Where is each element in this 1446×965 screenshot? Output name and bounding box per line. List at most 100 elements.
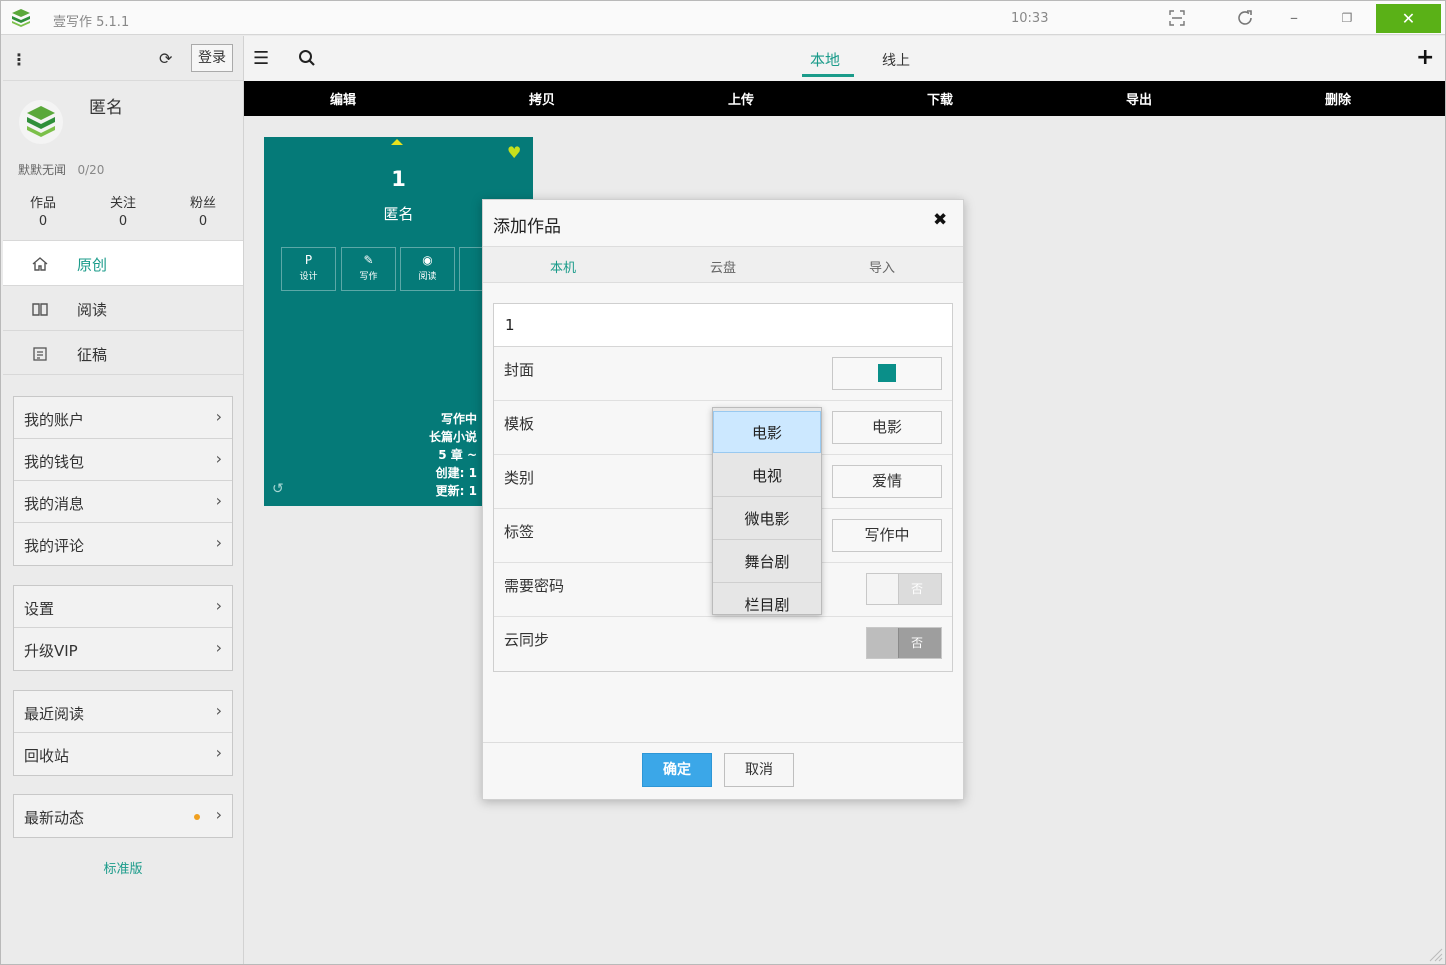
chevron-right-icon: › [215,743,222,762]
option-movie[interactable]: 电影 [713,411,821,453]
home-icon [32,257,48,271]
action-delete[interactable]: 删除 [1298,89,1378,108]
cover-color-swatch [878,363,896,382]
login-button[interactable]: 登录 [191,44,233,72]
close-window-button[interactable]: ✕ [1376,4,1441,33]
menu-my-account[interactable]: 我的账户 › [14,397,232,439]
search-icon[interactable] [298,49,316,67]
menu-recycle-bin[interactable]: 回收站 › [14,733,232,775]
chevron-right-icon: › [215,805,222,824]
resize-grip-icon[interactable] [1425,944,1443,962]
book-updated: 更新: 1 [435,484,477,498]
work-name-row [494,304,952,347]
category-select[interactable]: 爱情 [832,465,942,498]
menu-upgrade-vip[interactable]: 升级VIP › [14,628,232,670]
nav-reading[interactable]: 阅读 [3,285,243,330]
stat-following[interactable]: 关注 0 [93,195,153,231]
restore-icon[interactable]: ❐ [1334,7,1360,29]
menu-my-messages[interactable]: 我的消息 › [14,481,232,523]
book-chapters: 5 章 ~ [438,448,477,462]
menu-recent-reading[interactable]: 最近阅读 › [14,691,232,733]
option-column-show[interactable]: 栏目剧 [713,584,821,614]
option-tv[interactable]: 电视 [713,455,821,497]
template-select[interactable]: 电影 [832,411,942,444]
menu-group-settings: 设置 › 升级VIP › [13,585,233,671]
nav-original[interactable]: 原创 [3,240,243,285]
avatar[interactable] [19,100,63,144]
template-dropdown: 电影 电视 微电影 舞台剧 栏目剧 [712,407,822,615]
tab-online[interactable]: 线上 [882,50,910,70]
menu-group-news: 最新动态 › [13,794,233,838]
chevron-right-icon: › [215,596,222,615]
work-name-input[interactable] [494,304,952,346]
design-icon: P [304,253,313,267]
tag-select[interactable]: 写作中 [832,519,942,552]
motto-count: 0/20 [77,163,105,177]
dialog-close-icon[interactable]: ✖ [933,210,947,230]
main-toolbar: ☰ 本地 线上 + [244,36,1445,81]
chevron-right-icon: › [215,491,222,510]
nav-submissions[interactable]: 征稿 [3,330,243,375]
action-download[interactable]: 下载 [900,89,980,108]
action-upload[interactable]: 上传 [701,89,781,108]
more-menu-icon[interactable]: ⋮ [11,50,27,69]
sidebar-toolbar: ⋮ ⟳ 登录 [3,36,243,81]
selected-marker-icon [391,139,403,145]
option-micro-film[interactable]: 微电影 [713,498,821,540]
tab-local[interactable]: 本地 [810,49,840,70]
chevron-right-icon: › [215,449,222,468]
tab-import[interactable]: 导入 [832,257,932,276]
app-title: 壹写作 5.1.1 [53,15,130,30]
cover-row: 封面 [494,347,952,401]
clock: 10:33 [1011,11,1049,26]
cloud-sync-toggle[interactable]: 否 [866,627,942,659]
user-motto[interactable]: 默默无闻 0/20 [18,161,104,178]
undo-icon[interactable]: ↺ [272,481,284,497]
add-icon[interactable]: + [1416,45,1434,70]
minimize-icon[interactable]: – [1281,7,1307,29]
design-button[interactable]: P 设计 [281,247,336,291]
app-window: 壹写作 5.1.1 10:33 – ❐ ✕ ⋮ ⟳ 登录 匿名 默默无闻 0/2… [0,0,1446,965]
menu-my-wallet[interactable]: 我的钱包 › [14,439,232,481]
write-button[interactable]: ✎ 写作 [341,247,396,291]
action-bar: 编辑 拷贝 上传 下载 导出 删除 [244,81,1445,116]
menu-my-comments[interactable]: 我的评论 › [14,523,232,565]
stat-works[interactable]: 作品 0 [13,195,73,231]
book-genre: 长篇小说 [428,430,477,444]
action-copy[interactable]: 拷贝 [502,89,582,108]
fullscreen-icon[interactable] [1164,7,1190,29]
chevron-right-icon: › [215,638,222,657]
option-stage-play[interactable]: 舞台剧 [713,541,821,583]
refresh-icon[interactable]: ⟳ [159,49,172,68]
username[interactable]: 匿名 [89,93,123,118]
edition-label: 标准版 [103,862,143,877]
cancel-button[interactable]: 取消 [724,753,794,787]
book-status: 写作中 [440,412,477,426]
notification-dot [194,814,200,820]
hamburger-menu-icon[interactable]: ☰ [253,48,269,69]
dialog-tabs: 本机 云盘 导入 [483,246,963,283]
title-bar: 壹写作 5.1.1 10:33 – ❐ ✕ [1,1,1445,35]
read-button[interactable]: ◉ 阅读 [400,247,455,291]
dialog-title: 添加作品 [493,217,561,237]
menu-group-account: 我的账户 › 我的钱包 › 我的消息 › 我的评论 › [13,396,233,566]
action-edit[interactable]: 编辑 [303,89,383,108]
tab-cloud[interactable]: 云盘 [673,257,773,276]
password-toggle[interactable]: 否 [866,573,942,605]
menu-latest-news[interactable]: 最新动态 › [14,795,232,837]
action-export[interactable]: 导出 [1099,89,1179,108]
heart-icon[interactable]: ♥ [507,143,521,162]
reload-icon[interactable] [1232,7,1258,29]
cover-picker[interactable] [832,357,942,390]
menu-settings[interactable]: 设置 › [14,586,232,628]
cloud-sync-row: 云同步 否 [494,617,952,671]
edit-icon: ✎ [363,253,374,267]
app-logo-icon [12,9,30,27]
confirm-button[interactable]: 确定 [642,753,712,787]
stat-followers[interactable]: 粉丝 0 [173,195,233,231]
menu-group-history: 最近阅读 › 回收站 › [13,690,233,776]
book-title: 1 [391,167,406,191]
chevron-right-icon: › [215,701,222,720]
tab-local-machine[interactable]: 本机 [513,257,613,276]
chevron-right-icon: › [215,407,222,426]
